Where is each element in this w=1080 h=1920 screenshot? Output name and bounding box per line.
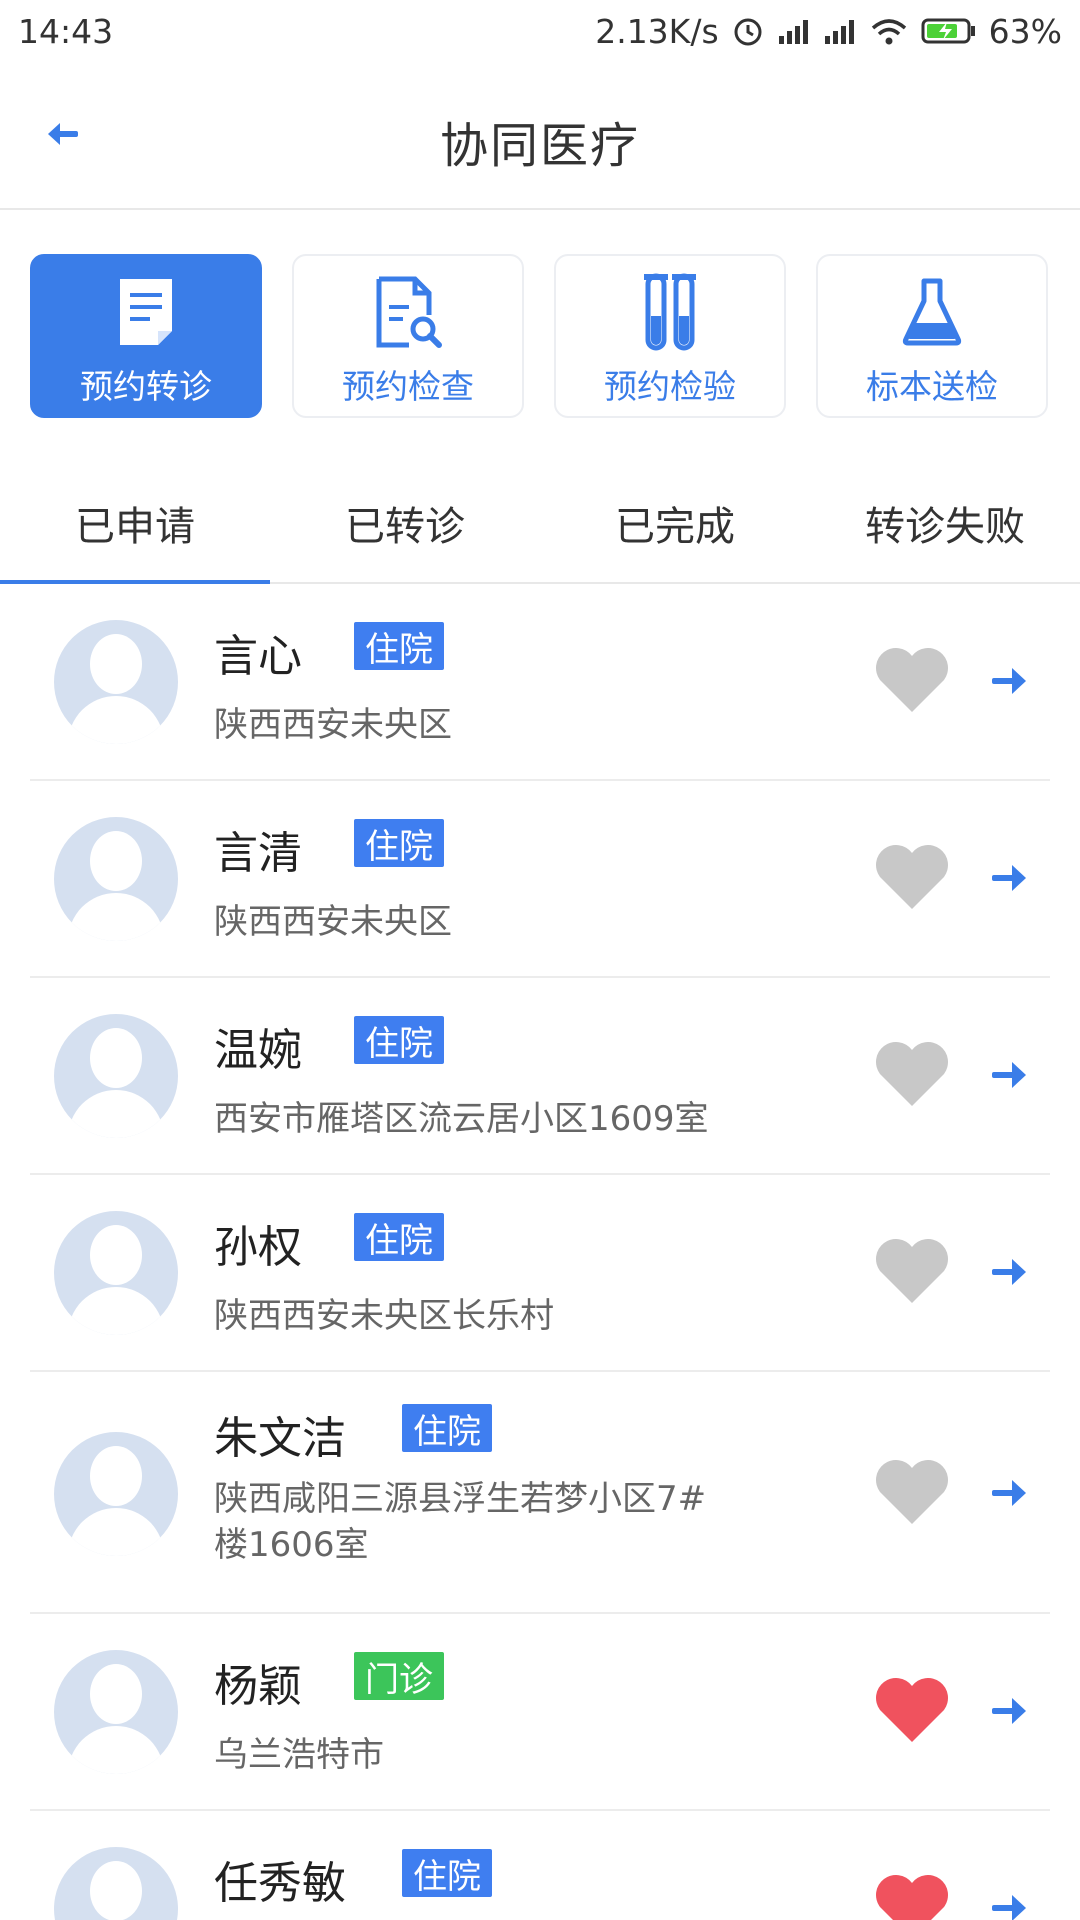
patient-row[interactable]: 任秀敏 住院 <box>30 1811 1050 1920</box>
arrow-right-icon[interactable] <box>990 1257 1028 1287</box>
service-referral[interactable]: 预约转诊 <box>30 254 262 418</box>
service-label: 预约检验 <box>604 367 736 406</box>
tab-referred[interactable]: 已转诊 <box>270 462 540 584</box>
avatar <box>54 1211 178 1335</box>
patient-name: 言心 <box>214 631 302 682</box>
visit-type-badge: 住院 <box>402 1404 492 1452</box>
alarm-icon <box>734 18 762 46</box>
patient-row[interactable]: 言清 住院 陕西西安未央区 <box>30 781 1050 978</box>
patient-address: 西安市雁塔区流云居小区1609室 <box>214 1099 709 1139</box>
document-icon <box>104 270 188 354</box>
avatar <box>54 1847 178 1920</box>
patient-name: 朱文洁 <box>214 1413 346 1464</box>
avatar <box>54 1014 178 1138</box>
visit-type-badge: 住院 <box>354 1213 444 1261</box>
visit-type-badge: 住院 <box>354 819 444 867</box>
heart-icon[interactable] <box>874 1460 950 1526</box>
heart-icon[interactable] <box>874 1678 950 1744</box>
patient-address: 陕西西安未央区 <box>214 902 452 942</box>
hd-signal-icon <box>778 20 808 44</box>
avatar <box>54 817 178 941</box>
patient-row[interactable]: 杨颖 门诊 乌兰浩特市 <box>30 1614 1050 1811</box>
patient-row[interactable]: 温婉 住院 西安市雁塔区流云居小区1609室 <box>30 978 1050 1175</box>
avatar <box>54 1650 178 1774</box>
tab-label: 已转诊 <box>345 504 465 550</box>
visit-type-badge: 住院 <box>402 1849 492 1897</box>
heart-icon[interactable] <box>874 648 950 714</box>
patient-address: 陕西咸阳三源县浮生若梦小区7#楼1606室 <box>214 1479 707 1565</box>
network-speed: 2.13K/s <box>595 11 719 51</box>
tab-label: 已申请 <box>75 504 195 550</box>
patient-row[interactable]: 言心 住院 陕西西安未央区 <box>30 584 1050 781</box>
service-lab-test[interactable]: 预约检验 <box>554 254 786 418</box>
tab-completed[interactable]: 已完成 <box>540 462 810 584</box>
status-bar: 14:43 2.13K/s 63% <box>0 0 1080 62</box>
patient-address: 乌兰浩特市 <box>214 1735 384 1775</box>
avatar <box>54 1432 178 1556</box>
arrow-right-icon[interactable] <box>990 1060 1028 1090</box>
patient-name: 言清 <box>214 828 302 879</box>
visit-type-badge: 住院 <box>354 1016 444 1064</box>
patient-name: 杨颖 <box>214 1661 302 1712</box>
patient-address: 陕西西安未央区长乐村 <box>214 1296 554 1336</box>
arrow-right-icon[interactable] <box>990 1478 1028 1508</box>
visit-type-badge: 住院 <box>354 622 444 670</box>
signal-icon <box>824 20 854 44</box>
service-label: 预约转诊 <box>80 367 212 406</box>
arrow-right-icon[interactable] <box>990 666 1028 696</box>
test-tube-icon <box>628 270 712 354</box>
arrow-right-icon[interactable] <box>990 863 1028 893</box>
patient-name: 孙权 <box>214 1222 302 1273</box>
service-specimen[interactable]: 标本送检 <box>816 254 1048 418</box>
service-grid: 预约转诊 预约检查 预约检验 标本送检 <box>0 254 1080 418</box>
avatar <box>54 620 178 744</box>
patient-address: 陕西西安未央区 <box>214 705 452 745</box>
patient-row[interactable]: 朱文洁 住院 陕西咸阳三源县浮生若梦小区7#楼1606室 <box>30 1372 1050 1614</box>
patient-row[interactable]: 孙权 住院 陕西西安未央区长乐村 <box>30 1175 1050 1372</box>
tab-label: 已完成 <box>615 504 735 550</box>
battery-charging-icon <box>921 18 975 44</box>
page-title: 协同医疗 <box>439 118 640 174</box>
wifi-icon <box>871 19 906 45</box>
arrow-right-icon[interactable] <box>990 1893 1028 1920</box>
header: 协同医疗 <box>0 62 1080 210</box>
status-tabs: 已申请 已转诊 已完成 转诊失败 <box>0 462 1080 584</box>
patient-name: 任秀敏 <box>214 1858 346 1909</box>
tab-failed[interactable]: 转诊失败 <box>810 462 1080 584</box>
service-label: 标本送检 <box>866 367 998 406</box>
status-time: 14:43 <box>18 11 114 51</box>
battery-percent: 63% <box>988 11 1062 51</box>
flask-icon <box>890 270 974 354</box>
arrow-right-icon[interactable] <box>990 1696 1028 1726</box>
service-examination[interactable]: 预约检查 <box>292 254 524 418</box>
heart-icon[interactable] <box>874 1239 950 1305</box>
heart-icon[interactable] <box>874 1875 950 1920</box>
status-icons: 2.13K/s 63% <box>595 12 1062 51</box>
heart-icon[interactable] <box>874 845 950 911</box>
heart-icon[interactable] <box>874 1042 950 1108</box>
document-search-icon <box>366 270 450 354</box>
patient-name: 温婉 <box>214 1025 302 1076</box>
tab-applied[interactable]: 已申请 <box>0 462 270 584</box>
tab-label: 转诊失败 <box>865 504 1025 550</box>
service-label: 预约检查 <box>342 367 474 406</box>
visit-type-badge: 门诊 <box>354 1652 444 1700</box>
